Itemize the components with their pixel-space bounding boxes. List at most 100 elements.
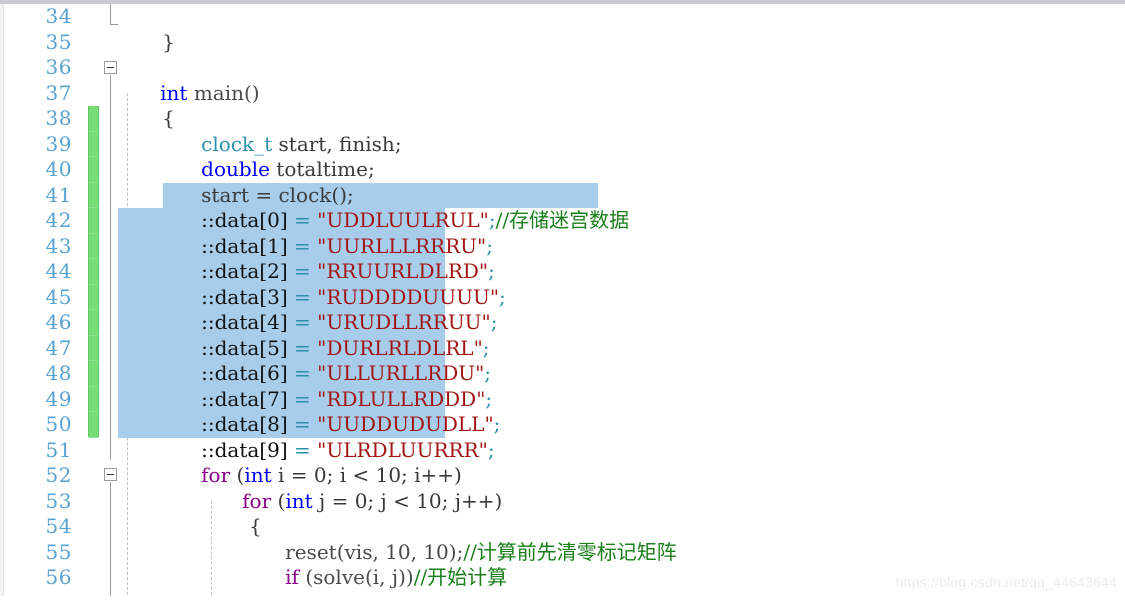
code-token-string: "ULLURLLRDU": [317, 361, 485, 385]
code-token-keyword: if: [285, 565, 299, 589]
code-token-operator: =: [287, 361, 318, 385]
line-number: 50: [45, 412, 72, 436]
code-token-operator: =: [287, 437, 318, 462]
code-token-operator: =: [287, 208, 318, 232]
line-number: 52: [45, 463, 72, 487]
line-number: 46: [45, 310, 72, 334]
code-token-variable: ::data[7]: [201, 386, 288, 411]
code-line-54[interactable]: reset(vis, 10, 10);//计算前先清零标记矩阵: [122, 514, 1125, 564]
code-token-string: "UDDLUULRUL": [317, 208, 489, 232]
code-token-variable: ::data[8]: [201, 412, 288, 436]
code-token-punct: ;: [486, 233, 493, 258]
code-token-operator: =: [287, 284, 318, 309]
code-token: (: [230, 463, 245, 487]
code-editor[interactable]: 34 35 36 37 38 39 40 41 42 43 44 45 46 4…: [0, 0, 1125, 601]
code-token-variable: ::data[2]: [201, 259, 288, 283]
code-token-punct: ;: [499, 284, 506, 309]
code-token-string: "RUDDDDUUUU": [317, 284, 500, 309]
code-token-keyword: for: [201, 463, 231, 487]
code-token-punct: ;: [484, 361, 492, 385]
line-number: 37: [45, 80, 72, 105]
code-token-variable: ::data[4]: [201, 310, 288, 334]
fold-toggle-inner-for[interactable]: [104, 468, 117, 481]
code-token-keyword: int: [244, 463, 272, 487]
code-token-keyword: for: [242, 488, 272, 513]
line-number: 47: [45, 335, 72, 360]
code-token-variable: ::data[1]: [201, 233, 288, 258]
code-token-operator: =: [287, 386, 318, 411]
line-number: 55: [45, 539, 72, 564]
code-token: totaltime;: [269, 157, 375, 181]
code-token: i = 0; i < 10; i++): [271, 463, 462, 487]
line-number: 42: [45, 208, 72, 232]
code-token-keyword: int: [160, 80, 188, 105]
line-number: 45: [45, 284, 72, 309]
code-token-string: "RDLULLRDDD": [317, 386, 486, 411]
code-token: start, finish;: [272, 131, 402, 156]
code-token-punct: ;: [488, 259, 495, 283]
line-number: 44: [45, 259, 72, 283]
code-token-operator: =: [287, 412, 318, 436]
code-token-comment: //存储迷宫数据: [495, 208, 630, 232]
code-token-punct: ;: [493, 412, 501, 436]
code-token-punct: ;: [482, 335, 490, 360]
bottom-clip: [0, 596, 1125, 601]
line-number: 43: [45, 233, 72, 258]
line-number: 48: [45, 361, 72, 385]
code-line-36[interactable]: int main(): [122, 55, 1125, 105]
line-number: 36: [45, 55, 72, 79]
line-number: 39: [45, 131, 72, 156]
code-token-punct: ;: [487, 437, 495, 462]
code-token-keyword: int: [285, 488, 313, 513]
line-number: 51: [45, 437, 72, 462]
fold-guide-line-previous: [110, 4, 111, 24]
code-line-38[interactable]: clock_t start, finish;: [122, 106, 1125, 156]
code-token-variable: ::data[9]: [201, 437, 288, 462]
line-number-column: 34 35 36 37 38 39 40 41 42 43 44 45 46 4…: [0, 4, 78, 591]
fold-guide-end-previous: [110, 24, 118, 25]
line-number: 40: [45, 157, 72, 181]
code-token-string: "RRUURLDLRD": [317, 259, 489, 283]
fold-toggle-main[interactable]: [104, 61, 117, 74]
code-token-type: clock_t: [201, 131, 273, 156]
watermark: https://blog.csdn.net/qq_44643644: [895, 574, 1117, 590]
code-token: (: [271, 488, 286, 513]
code-line-35[interactable]: [122, 30, 1125, 56]
code-line-37[interactable]: {: [122, 81, 1125, 130]
code-token-comment: //开始计算: [413, 565, 508, 589]
code-token: {: [162, 106, 175, 130]
code-token-punct: ;: [485, 386, 493, 411]
code-token-operator: =: [287, 310, 318, 334]
line-number: 38: [45, 106, 72, 130]
code-token-comment: //计算前先清零标记矩阵: [463, 539, 677, 564]
code-token-operator: =: [287, 335, 318, 360]
line-number: 54: [45, 514, 72, 538]
code-token: {: [249, 514, 262, 538]
line-number: 41: [45, 182, 72, 207]
code-token-variable: ::data[0]: [201, 208, 288, 232]
code-content-area[interactable]: } int main() { clock_t start, finish; do…: [118, 4, 1125, 601]
line-number: 53: [45, 488, 72, 513]
code-token-operator: =: [287, 233, 318, 258]
code-token-string: "UUDDUDUDLL": [317, 412, 494, 436]
code-token-string: "ULRDLUURRR": [317, 437, 488, 462]
code-token-punct: ;: [490, 310, 498, 334]
code-token: j = 0; j < 10; j++): [312, 488, 503, 513]
code-token-operator: =: [287, 259, 318, 283]
line-number: 35: [45, 29, 72, 54]
code-token-string: "URUDLLRRUU": [317, 310, 491, 334]
line-number: 34: [45, 4, 72, 28]
line-number: 49: [45, 386, 72, 411]
code-token-function-call: reset(vis, 10, 10);: [285, 539, 464, 564]
code-line-34[interactable]: }: [122, 4, 1125, 54]
code-token: }: [162, 29, 175, 54]
fold-guide-line-main: [110, 75, 111, 460]
code-token-variable: ::data[6]: [201, 361, 288, 385]
code-token-function-call: (solve(i, j)): [298, 565, 414, 589]
editor-gutter: 34 35 36 37 38 39 40 41 42 43 44 45 46 4…: [0, 4, 99, 601]
code-token-string: "DURLRLDLRL": [317, 335, 483, 360]
code-token-variable: ::data[5]: [201, 335, 288, 360]
code-token: start = clock();: [201, 182, 354, 207]
code-token-string: "UURLLLRRRU": [317, 233, 487, 258]
code-token-punct: ;: [488, 208, 496, 232]
